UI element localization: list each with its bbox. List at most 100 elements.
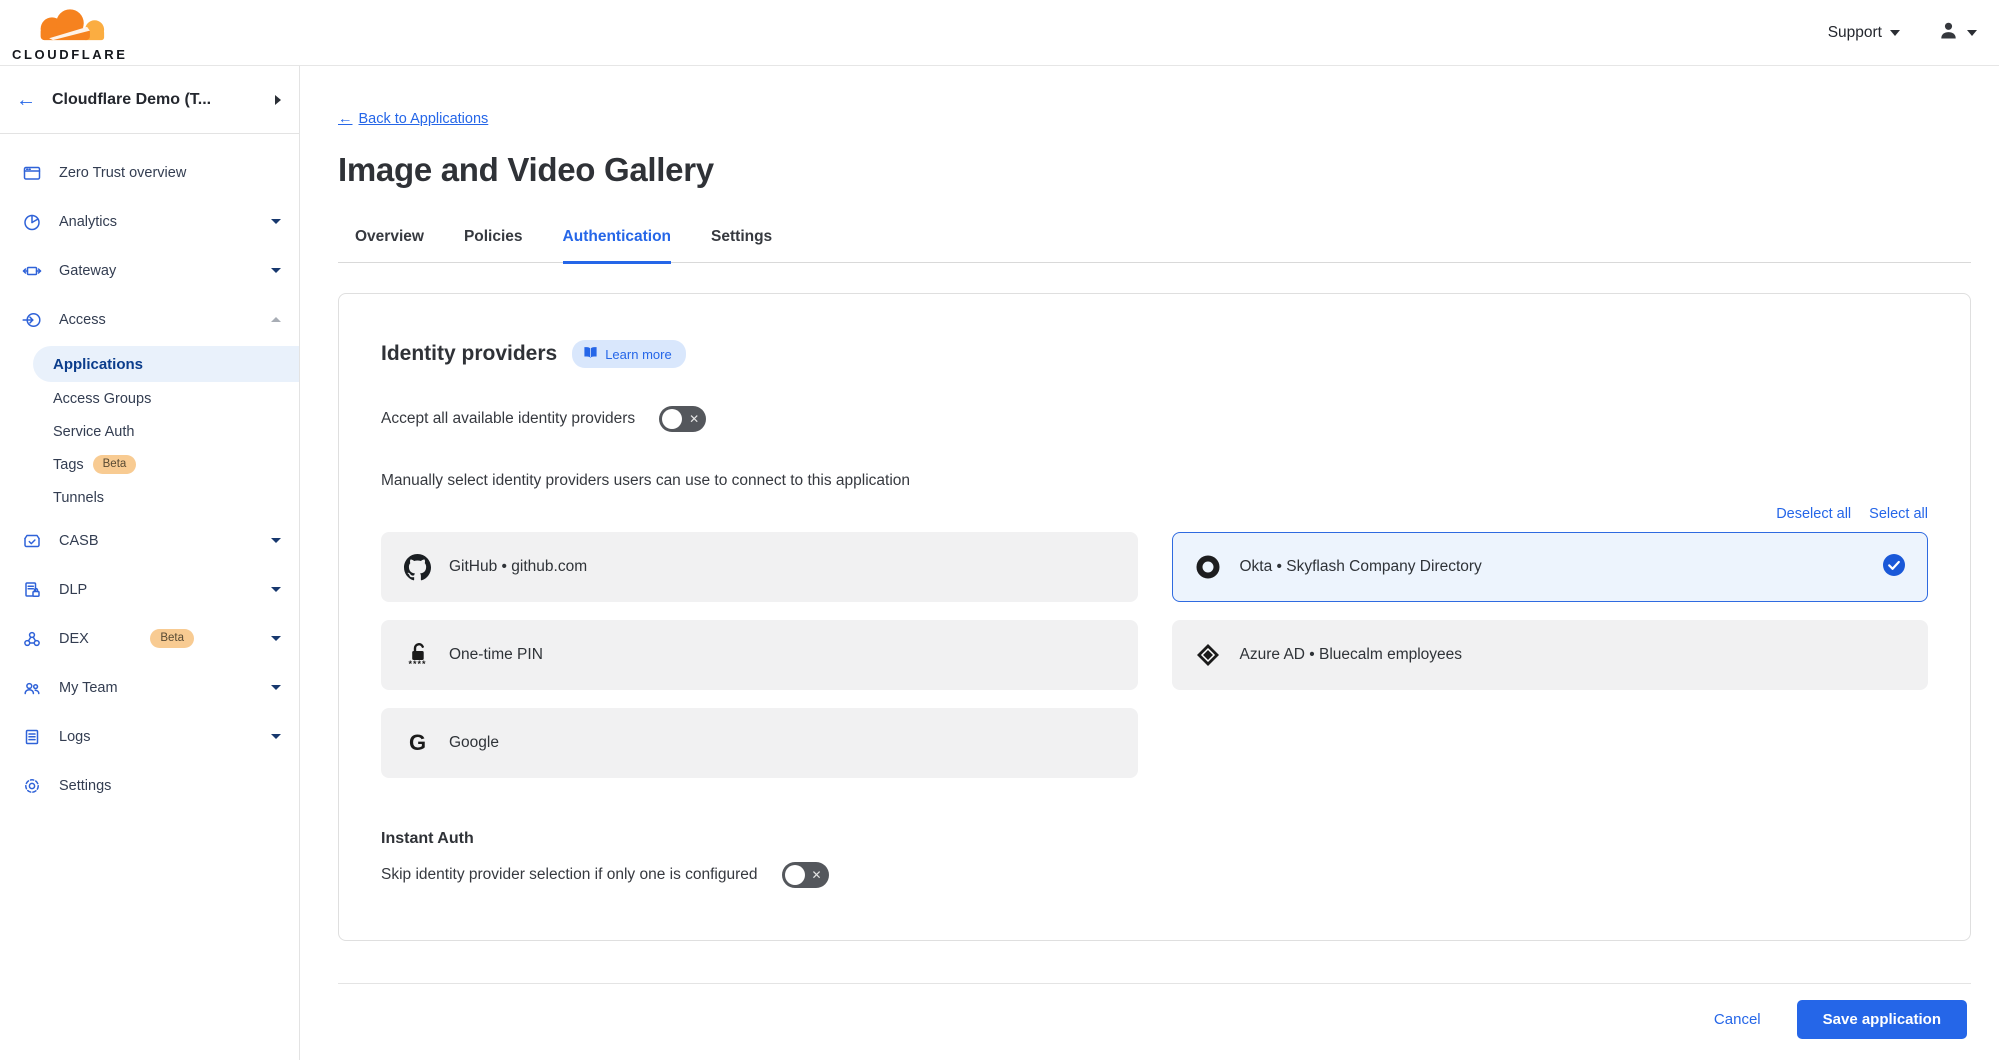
sidebar-item-dlp[interactable]: DLP bbox=[0, 565, 299, 614]
provider-name: Azure AD • Bluecalm employees bbox=[1240, 646, 1906, 664]
sidebar-item-settings[interactable]: Settings bbox=[0, 761, 299, 810]
caret-down-icon bbox=[271, 538, 281, 543]
learn-more-label: Learn more bbox=[605, 347, 671, 362]
provider-name: GitHub • github.com bbox=[449, 558, 1115, 576]
toggle-off-x-icon: ✕ bbox=[811, 869, 821, 881]
select-all-link[interactable]: Select all bbox=[1869, 506, 1928, 522]
pie-chart-icon bbox=[22, 212, 42, 232]
one-time-pin-icon: **** bbox=[404, 641, 431, 669]
account-name[interactable]: Cloudflare Demo (T... bbox=[52, 91, 259, 109]
brand-wordmark: CLOUDFLARE bbox=[12, 47, 128, 62]
tab-settings[interactable]: Settings bbox=[711, 228, 772, 264]
provider-okta[interactable]: Okta • Skyflash Company Directory bbox=[1172, 532, 1929, 602]
logs-document-icon bbox=[22, 727, 42, 747]
casb-box-check-icon bbox=[22, 531, 42, 551]
back-arrow-icon: ← bbox=[338, 111, 353, 127]
access-icon bbox=[22, 310, 42, 330]
caret-down-icon bbox=[271, 219, 281, 224]
access-sub-list: Applications Access Groups Service Auth … bbox=[0, 346, 299, 514]
book-icon bbox=[583, 345, 598, 363]
user-menu[interactable] bbox=[1938, 20, 1977, 46]
sidebar-item-label: Logs bbox=[59, 729, 254, 745]
network-nodes-icon bbox=[22, 629, 42, 649]
deselect-all-link[interactable]: Deselect all bbox=[1776, 506, 1851, 522]
chevron-right-icon[interactable] bbox=[275, 95, 281, 105]
chevron-down-icon bbox=[1890, 30, 1900, 36]
toggle-off-x-icon: ✕ bbox=[689, 413, 699, 425]
pin-dots: **** bbox=[408, 660, 426, 669]
google-g-glyph: G bbox=[409, 732, 426, 754]
provider-name: Okta • Skyflash Company Directory bbox=[1240, 558, 1866, 576]
sidebar-subitem-label: Tags bbox=[53, 457, 84, 473]
provider-github[interactable]: GitHub • github.com bbox=[381, 532, 1138, 602]
sidebar-item-label: Settings bbox=[59, 778, 281, 794]
toggle-knob bbox=[785, 865, 805, 885]
toggle-knob bbox=[662, 409, 682, 429]
sidebar-item-label: My Team bbox=[59, 680, 254, 696]
sidebar-item-label: Analytics bbox=[59, 214, 254, 230]
provider-one-time-pin[interactable]: **** One-time PIN bbox=[381, 620, 1138, 690]
tab-bar: Overview Policies Authentication Setting… bbox=[338, 228, 1971, 263]
sidebar-item-label: DLP bbox=[59, 582, 254, 598]
caret-down-icon bbox=[271, 587, 281, 592]
beta-badge: Beta bbox=[150, 629, 194, 649]
support-menu[interactable]: Support bbox=[1828, 24, 1900, 42]
top-header: CLOUDFLARE Support bbox=[0, 0, 1999, 66]
cancel-button[interactable]: Cancel bbox=[1714, 1011, 1761, 1028]
accept-all-toggle[interactable]: ✕ bbox=[659, 406, 706, 432]
card-heading: Identity providers bbox=[381, 342, 557, 366]
provider-google[interactable]: G Google bbox=[381, 708, 1138, 778]
github-icon bbox=[404, 554, 431, 581]
sidebar-item-analytics[interactable]: Analytics bbox=[0, 197, 299, 246]
sidebar-subitem-label: Applications bbox=[53, 356, 143, 373]
back-to-applications-link[interactable]: ← Back to Applications bbox=[338, 111, 488, 127]
sidebar-item-casb[interactable]: CASB bbox=[0, 516, 299, 565]
provider-grid: GitHub • github.com Okta • Skyflash Comp… bbox=[381, 532, 1928, 778]
sidebar-item-tags[interactable]: Tags Beta bbox=[0, 448, 299, 481]
provider-azure-ad[interactable]: Azure AD • Bluecalm employees bbox=[1172, 620, 1929, 690]
header-right: Support bbox=[1828, 20, 1977, 46]
sidebar-subitem-label: Service Auth bbox=[53, 424, 134, 440]
person-icon bbox=[1938, 20, 1959, 46]
sidebar-item-my-team[interactable]: My Team bbox=[0, 663, 299, 712]
page: CLOUDFLARE Support ← Clo bbox=[0, 0, 1999, 1061]
manual-select-label: Manually select identity providers users… bbox=[381, 472, 1928, 490]
instant-auth-heading: Instant Auth bbox=[381, 830, 1928, 848]
sidebar-item-gateway[interactable]: Gateway bbox=[0, 246, 299, 295]
selected-check-icon bbox=[1883, 554, 1905, 581]
provider-name: Google bbox=[449, 734, 1115, 752]
identity-providers-card: Identity providers Learn more Accept all… bbox=[338, 293, 1971, 941]
support-label: Support bbox=[1828, 24, 1882, 42]
sidebar-item-label: Gateway bbox=[59, 263, 254, 279]
sidebar-item-label: DEX bbox=[59, 631, 133, 647]
sidebar-item-access-groups[interactable]: Access Groups bbox=[0, 382, 299, 415]
tab-overview[interactable]: Overview bbox=[355, 228, 424, 264]
sidebar-item-access[interactable]: Access bbox=[0, 295, 299, 344]
caret-down-icon bbox=[271, 734, 281, 739]
sidebar-item-service-auth[interactable]: Service Auth bbox=[0, 415, 299, 448]
cloudflare-logo[interactable]: CLOUDFLARE bbox=[12, 3, 128, 62]
sidebar-item-dex[interactable]: DEX Beta bbox=[0, 614, 299, 663]
provider-name: One-time PIN bbox=[449, 646, 1115, 664]
window-icon bbox=[22, 163, 42, 183]
instant-auth-toggle[interactable]: ✕ bbox=[782, 862, 829, 888]
team-icon bbox=[22, 678, 42, 698]
sidebar-item-tunnels[interactable]: Tunnels bbox=[0, 481, 299, 514]
sidebar-subitem-label: Access Groups bbox=[53, 391, 151, 407]
sidebar-account-header: ← Cloudflare Demo (T... bbox=[0, 66, 299, 134]
tab-authentication[interactable]: Authentication bbox=[563, 228, 672, 264]
back-link-label: Back to Applications bbox=[359, 111, 489, 127]
main-content: ← Back to Applications Image and Video G… bbox=[300, 66, 1999, 1060]
back-arrow-icon[interactable]: ← bbox=[16, 90, 36, 110]
sidebar-subitem-label: Tunnels bbox=[53, 490, 104, 506]
chevron-down-icon bbox=[1967, 30, 1977, 36]
okta-icon bbox=[1195, 554, 1222, 580]
learn-more-badge[interactable]: Learn more bbox=[572, 340, 685, 368]
sidebar-item-applications[interactable]: Applications bbox=[33, 346, 299, 382]
sidebar-item-zero-trust-overview[interactable]: Zero Trust overview bbox=[0, 148, 299, 197]
save-application-button[interactable]: Save application bbox=[1797, 1000, 1967, 1039]
tab-policies[interactable]: Policies bbox=[464, 228, 523, 264]
sidebar-item-label: Zero Trust overview bbox=[59, 165, 281, 181]
sidebar-item-logs[interactable]: Logs bbox=[0, 712, 299, 761]
sidebar-item-label: Access bbox=[59, 312, 254, 328]
